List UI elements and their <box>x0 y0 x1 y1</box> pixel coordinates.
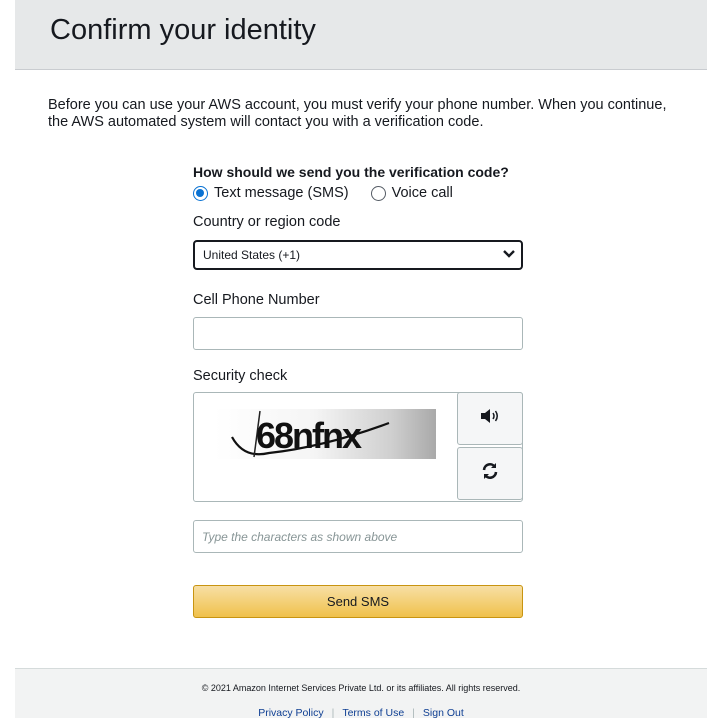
sign-out-link[interactable]: Sign Out <box>423 707 464 719</box>
page-footer: © 2021 Amazon Internet Services Private … <box>15 668 707 719</box>
verification-form: How should we send you the verification … <box>193 164 525 618</box>
captcha-box: 68nfnx <box>193 392 523 502</box>
radio-sms[interactable]: Text message (SMS) <box>193 185 349 201</box>
security-label: Security check <box>193 368 288 384</box>
radio-voice-label: Voice call <box>391 185 453 201</box>
link-separator: | <box>412 707 415 719</box>
captcha-input[interactable]: Type the characters as shown above <box>193 520 523 553</box>
radio-voice-indicator[interactable] <box>370 185 386 201</box>
method-options: Text message (SMS) Voice call <box>193 185 525 201</box>
radio-sms-indicator[interactable] <box>193 185 208 201</box>
refresh-captcha-button[interactable] <box>457 447 523 500</box>
terms-of-use-link[interactable]: Terms of Use <box>342 707 404 719</box>
intro-text: Before you can use your AWS account, you… <box>48 97 667 130</box>
link-separator: | <box>331 707 335 719</box>
privacy-policy-link[interactable]: Privacy Policy <box>258 707 323 719</box>
chevron-down-icon <box>503 249 515 261</box>
refresh-icon <box>481 462 499 485</box>
country-select[interactable]: United States (+1) <box>193 240 523 270</box>
captcha-text: 68nfnx <box>256 415 362 456</box>
country-selected-value: United States (+1) <box>203 248 301 262</box>
country-label: Country or region code <box>193 214 341 230</box>
captcha-image: 68nfnx <box>214 409 436 459</box>
audio-captcha-button[interactable] <box>457 392 523 445</box>
page-title: Confirm your identity <box>50 14 316 46</box>
method-question: How should we send you the verification … <box>193 164 509 180</box>
page-header: Confirm your identity <box>15 0 707 70</box>
phone-label: Cell Phone Number <box>193 292 320 308</box>
radio-voice[interactable]: Voice call <box>370 185 453 201</box>
send-sms-button[interactable]: Send SMS <box>193 585 523 618</box>
footer-links: Privacy Policy | Terms of Use | Sign Out <box>15 707 707 719</box>
copyright-text: © 2021 Amazon Internet Services Private … <box>201 683 521 693</box>
phone-input[interactable] <box>193 317 523 350</box>
page: Confirm your identity Before you can use… <box>0 0 707 719</box>
speaker-icon <box>480 408 500 429</box>
main-content: Before you can use your AWS account, you… <box>15 70 707 668</box>
radio-sms-label: Text message (SMS) <box>214 185 349 201</box>
